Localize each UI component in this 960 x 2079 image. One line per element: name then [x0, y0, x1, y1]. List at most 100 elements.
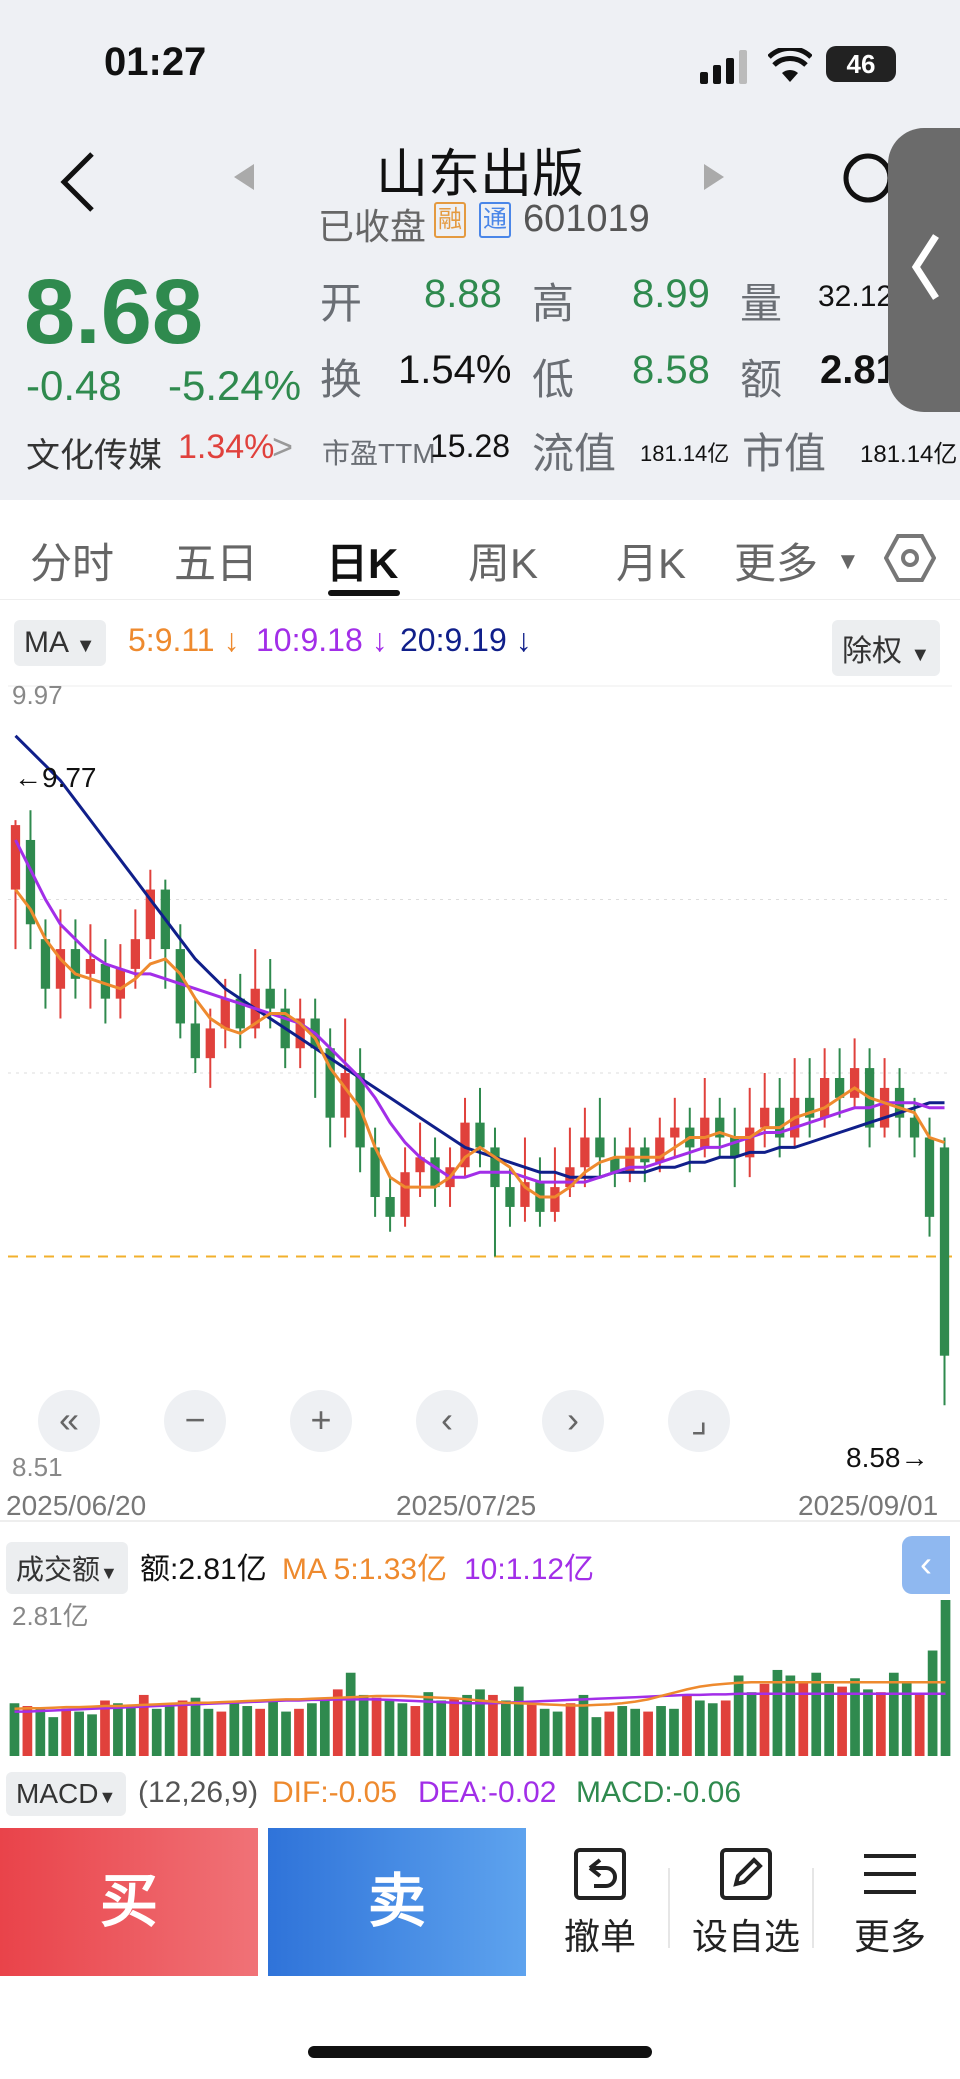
volume-bar [927, 1650, 938, 1756]
market-cap-label: 市值 [742, 430, 827, 477]
volume-bar [552, 1711, 563, 1756]
volume-bar [307, 1703, 317, 1756]
volume-bar [656, 1706, 666, 1756]
signal-icon [700, 50, 747, 84]
candle-body [700, 1117, 710, 1148]
volume-bar [617, 1706, 628, 1756]
volume-bar [513, 1686, 524, 1756]
volume-bar [837, 1686, 847, 1756]
chevron-left-icon [911, 234, 939, 300]
volume-amount: 额:2.81亿 [140, 1553, 267, 1586]
candle-body [40, 939, 51, 989]
tab-weekly-k[interactable]: 周K [468, 530, 538, 591]
kline-chart[interactable] [0, 676, 960, 1476]
tab-monthly-k[interactable]: 月K [616, 530, 686, 591]
volume-bar [384, 1700, 395, 1756]
add-watchlist-button[interactable]: 设自选 [676, 1838, 816, 1960]
candle-body [505, 1187, 515, 1207]
candle-body [130, 939, 141, 969]
candle-body [430, 1157, 440, 1188]
next-stock-icon[interactable] [702, 162, 726, 192]
battery-icon: 46 [826, 46, 896, 82]
volume-bar [604, 1711, 615, 1756]
ma20-value: 20:9.19 ↓ [400, 622, 532, 658]
candle-body [640, 1147, 650, 1163]
volume-bar [48, 1717, 59, 1756]
adjust-selector[interactable]: 除权 ▼ [832, 620, 941, 676]
turnover-value: 1.54% [398, 348, 512, 392]
volume-bar [888, 1672, 899, 1756]
candle-body [849, 1068, 860, 1098]
volume-bar [901, 1681, 912, 1756]
connect-badge: 通 [479, 202, 511, 238]
float-cap-value: 181.14亿 [640, 441, 730, 466]
cancel-order-button[interactable]: 撤单 [530, 1838, 670, 1960]
volume-bar [294, 1708, 304, 1756]
tab-intraday[interactable]: 分时 [30, 530, 114, 591]
volume-bar [863, 1689, 873, 1756]
volume-bar [242, 1706, 253, 1756]
high-value: 8.99 [632, 272, 710, 316]
volume-bar [87, 1714, 97, 1756]
ma-selector[interactable]: MA ▼ [14, 620, 106, 666]
step-forward-button[interactable]: › [542, 1390, 604, 1452]
y-axis-bottom-label: 8.51 [12, 1452, 63, 1482]
zoom-out-button[interactable]: − [164, 1390, 226, 1452]
low-value: 8.58 [632, 348, 710, 392]
tab-five-day[interactable]: 五日 [174, 530, 258, 591]
margin-badge: 融 [434, 202, 466, 238]
macd-selector[interactable]: MACD▼ [6, 1772, 127, 1816]
high-label: 高 [532, 280, 575, 327]
candle-body [385, 1197, 395, 1217]
stock-code: 601019 [523, 198, 650, 240]
pe-value: 15.28 [430, 428, 511, 464]
volume-bar [694, 1700, 705, 1756]
volume-chart[interactable] [0, 1596, 960, 1760]
volume-bar [35, 1708, 46, 1756]
tab-daily-k[interactable]: 日K [326, 530, 398, 591]
volume-bar [203, 1708, 214, 1756]
volume-ma5: MA 5:1.33亿 [282, 1553, 448, 1586]
candle-body [475, 1122, 485, 1148]
sell-button[interactable]: 卖 [268, 1828, 526, 1976]
volume-bar [914, 1694, 925, 1756]
macd-dif: DIF:-0.05 [272, 1776, 398, 1809]
price-change-pct: -5.24% [168, 362, 302, 409]
buy-button[interactable]: 买 [0, 1828, 258, 1976]
volume-value: 32.12 [818, 280, 888, 313]
amount-value: 2.81 [820, 348, 888, 392]
zoom-in-button[interactable]: + [290, 1390, 352, 1452]
more-actions-button[interactable]: 更多 [820, 1838, 960, 1960]
fullscreen-button[interactable]: ⌟ [668, 1390, 730, 1452]
side-panel-handle[interactable] [888, 128, 960, 412]
volume-bar [319, 1700, 330, 1756]
volume-bar [798, 1681, 809, 1756]
price-change: -0.48 [26, 362, 122, 409]
settings-hex-icon[interactable] [884, 532, 936, 584]
tab-more[interactable]: 更多 [734, 530, 818, 591]
step-back-button[interactable]: ‹ [416, 1390, 478, 1452]
volume-bar [526, 1703, 537, 1756]
candle-body [220, 998, 230, 1029]
candle-body [924, 1137, 935, 1217]
candle-body [580, 1137, 590, 1168]
macd-value: MACD:-0.06 [576, 1776, 742, 1809]
back-arrow-icon[interactable] [58, 150, 98, 214]
date-mid: 2025/07/25 [396, 1490, 537, 1521]
collapse-panel-button[interactable]: ‹ [902, 1536, 950, 1594]
sector-name[interactable]: 文化传媒 [26, 428, 162, 477]
volume-bar [850, 1678, 860, 1756]
volume-bar [151, 1708, 162, 1756]
status-bar: 01:27 46 [0, 0, 960, 130]
candle-body [595, 1137, 605, 1158]
prev-stock-icon[interactable] [232, 162, 256, 192]
volume-bar [113, 1703, 123, 1756]
rewind-button[interactable]: « [38, 1390, 100, 1452]
volume-bar [255, 1708, 266, 1756]
candle-body [115, 968, 126, 999]
volume-selector[interactable]: 成交额▼ [6, 1542, 128, 1594]
volume-bar [268, 1700, 278, 1756]
wifi-icon [768, 48, 812, 82]
candle-body [670, 1127, 680, 1138]
chevron-right-icon[interactable]: > [272, 426, 293, 468]
